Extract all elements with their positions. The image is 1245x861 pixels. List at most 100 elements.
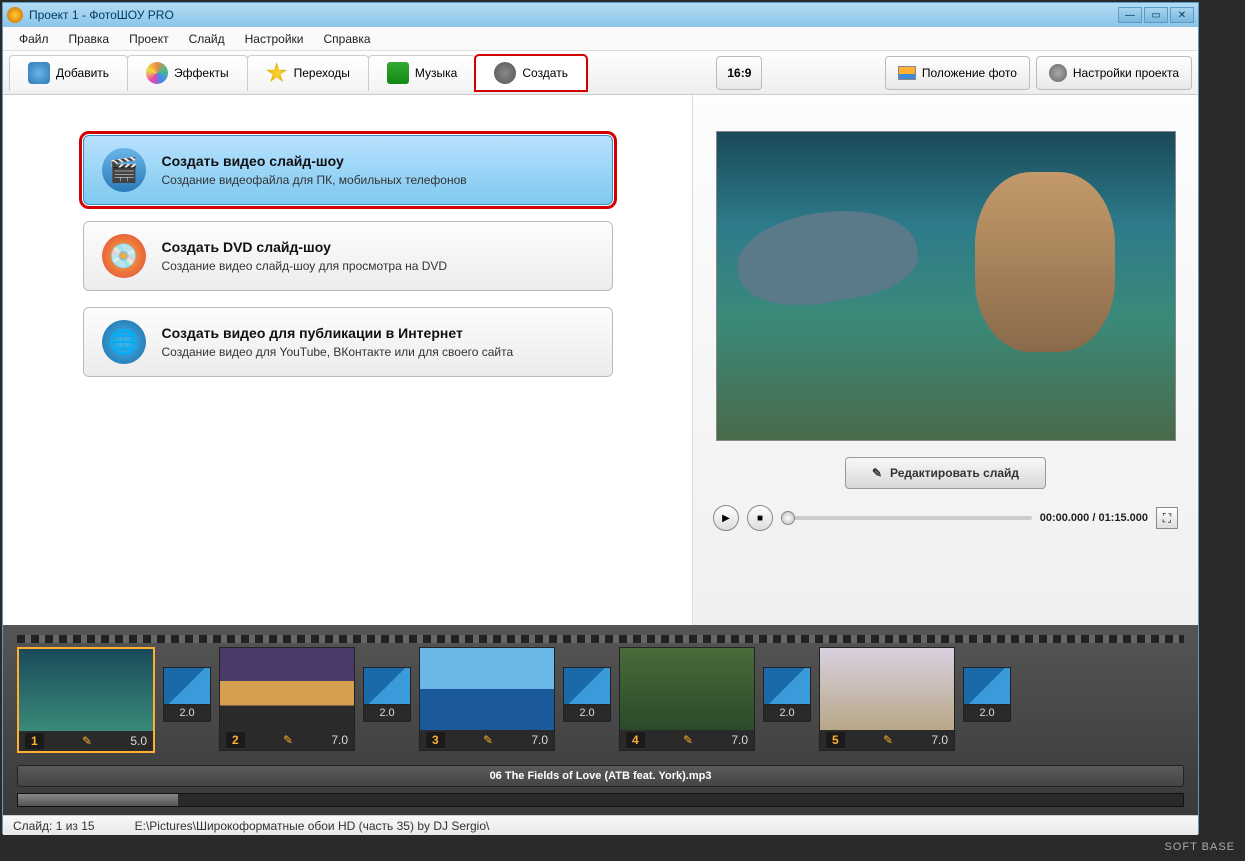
- edit-slide-button[interactable]: ✎Редактировать слайд: [845, 457, 1046, 489]
- slide-number: 2: [226, 732, 245, 748]
- transition[interactable]: 2.0: [163, 647, 211, 722]
- slide-thumb: [19, 649, 153, 731]
- reel-icon: [494, 62, 516, 84]
- slide-number: 5: [826, 732, 845, 748]
- status-slide-count: Слайд: 1 из 15: [13, 819, 95, 833]
- toolbar: Добавить Эффекты Переходы Музыка Создать…: [3, 51, 1198, 95]
- option-create-web[interactable]: 🌐 Создать видео для публикации в Интерне…: [83, 307, 613, 377]
- transition-duration: 2.0: [363, 705, 411, 722]
- menu-slide[interactable]: Слайд: [181, 30, 233, 48]
- main-area: 🎬 Создать видео слайд-шоу Создание видео…: [3, 95, 1198, 625]
- transition[interactable]: 2.0: [363, 647, 411, 722]
- photo-position-button[interactable]: Положение фото: [885, 56, 1030, 90]
- transition-thumb: [563, 667, 611, 705]
- preview-image: [716, 131, 1176, 441]
- transition[interactable]: 2.0: [563, 647, 611, 722]
- pencil-icon[interactable]: ✎: [283, 733, 293, 747]
- palette-icon: [146, 62, 168, 84]
- window-title: Проект 1 - ФотоШОУ PRO: [29, 8, 1118, 22]
- timeline: 1✎5.0 2.0 2✎7.0 2.0 3✎7.0 2.0 4✎7.0 2.0 …: [3, 625, 1198, 815]
- project-settings-button[interactable]: Настройки проекта: [1036, 56, 1192, 90]
- menu-settings[interactable]: Настройки: [237, 30, 312, 48]
- timeline-slide[interactable]: 3 ✎ 7.0: [419, 647, 555, 751]
- tab-label: Эффекты: [174, 66, 229, 80]
- dvd-icon: 💿: [102, 234, 146, 278]
- slides-row: 1✎5.0 2.0 2✎7.0 2.0 3✎7.0 2.0 4✎7.0 2.0 …: [17, 647, 1184, 755]
- preview-panel: ✎Редактировать слайд ▶ ■ 00:00.000 / 01:…: [693, 95, 1198, 625]
- timeline-slide[interactable]: 5 ✎ 7.0: [819, 647, 955, 751]
- scrollbar-thumb[interactable]: [18, 794, 178, 806]
- minimize-button[interactable]: —: [1118, 7, 1142, 23]
- transition-thumb: [763, 667, 811, 705]
- tab-label: Создать: [522, 66, 568, 80]
- fullscreen-button[interactable]: ⛶: [1156, 507, 1178, 529]
- time-display: 00:00.000 / 01:15.000: [1040, 512, 1148, 524]
- globe-icon: 🌐: [102, 320, 146, 364]
- music-icon: [387, 62, 409, 84]
- watermark: SOFT BASE: [1164, 841, 1235, 853]
- film-edge: [17, 635, 1184, 643]
- slide-duration: 5.0: [130, 734, 147, 748]
- audio-track[interactable]: 06 The Fields of Love (ATB feat. York).m…: [17, 765, 1184, 787]
- gear-icon: [1049, 64, 1067, 82]
- option-title: Создать видео слайд-шоу: [162, 153, 467, 169]
- app-icon: [7, 7, 23, 23]
- preview-content: [730, 197, 923, 317]
- slide-duration: 7.0: [931, 733, 948, 747]
- menubar: Файл Правка Проект Слайд Настройки Справ…: [3, 27, 1198, 51]
- close-button[interactable]: ✕: [1170, 7, 1194, 23]
- slide-thumb: [220, 648, 354, 730]
- slide-duration: 7.0: [531, 733, 548, 747]
- pencil-icon[interactable]: ✎: [82, 734, 92, 748]
- transition-thumb: [963, 667, 1011, 705]
- tab-create[interactable]: Создать: [475, 55, 587, 91]
- tab-label: Добавить: [56, 66, 109, 80]
- tab-add[interactable]: Добавить: [9, 55, 128, 91]
- tab-effects[interactable]: Эффекты: [127, 55, 248, 91]
- option-create-dvd[interactable]: 💿 Создать DVD слайд-шоу Создание видео с…: [83, 221, 613, 291]
- transition-duration: 2.0: [763, 705, 811, 722]
- pencil-icon: ✎: [872, 466, 882, 480]
- tab-transitions[interactable]: Переходы: [247, 55, 369, 91]
- pencil-icon[interactable]: ✎: [883, 733, 893, 747]
- timeline-slide[interactable]: 4✎7.0: [619, 647, 755, 751]
- menu-file[interactable]: Файл: [11, 30, 57, 48]
- stop-button[interactable]: ■: [747, 505, 773, 531]
- option-create-video[interactable]: 🎬 Создать видео слайд-шоу Создание видео…: [83, 135, 613, 205]
- transition-duration: 2.0: [163, 705, 211, 722]
- slide-thumb: [620, 648, 754, 730]
- camera-icon: [28, 62, 50, 84]
- transition-duration: 2.0: [563, 705, 611, 722]
- maximize-button[interactable]: ▭: [1144, 7, 1168, 23]
- pencil-icon[interactable]: ✎: [683, 733, 693, 747]
- tab-music[interactable]: Музыка: [368, 55, 476, 91]
- aspect-ratio-button[interactable]: 16:9: [716, 56, 762, 90]
- timeline-slide[interactable]: 1 ✎ 5.0: [17, 647, 155, 753]
- seek-bar[interactable]: [781, 516, 1032, 520]
- timeline-scrollbar[interactable]: [17, 793, 1184, 807]
- star-icon: [266, 62, 288, 84]
- option-desc: Создание видео для YouTube, ВКонтакте ил…: [162, 345, 514, 359]
- transition-thumb: [163, 667, 211, 705]
- titlebar: Проект 1 - ФотоШОУ PRO — ▭ ✕: [3, 3, 1198, 27]
- transition[interactable]: 2.0: [763, 647, 811, 722]
- statusbar: Слайд: 1 из 15 E:\Pictures\Широкоформатн…: [3, 815, 1198, 835]
- video-file-icon: 🎬: [102, 148, 146, 192]
- preview-content: [975, 172, 1115, 352]
- slide-number: 3: [426, 732, 445, 748]
- play-button[interactable]: ▶: [713, 505, 739, 531]
- option-title: Создать DVD слайд-шоу: [162, 239, 448, 255]
- seek-thumb[interactable]: [781, 511, 795, 525]
- slide-number: 1: [25, 733, 44, 749]
- slide-thumb: [820, 648, 954, 730]
- menu-project[interactable]: Проект: [121, 30, 177, 48]
- slide-number: 4: [626, 732, 645, 748]
- transition-thumb: [363, 667, 411, 705]
- transition[interactable]: 2.0: [963, 647, 1011, 722]
- option-title: Создать видео для публикации в Интернет: [162, 325, 514, 341]
- menu-edit[interactable]: Правка: [61, 30, 118, 48]
- playback-controls: ▶ ■ 00:00.000 / 01:15.000 ⛶: [703, 505, 1188, 531]
- menu-help[interactable]: Справка: [315, 30, 378, 48]
- pencil-icon[interactable]: ✎: [483, 733, 493, 747]
- timeline-slide[interactable]: 2✎7.0: [219, 647, 355, 751]
